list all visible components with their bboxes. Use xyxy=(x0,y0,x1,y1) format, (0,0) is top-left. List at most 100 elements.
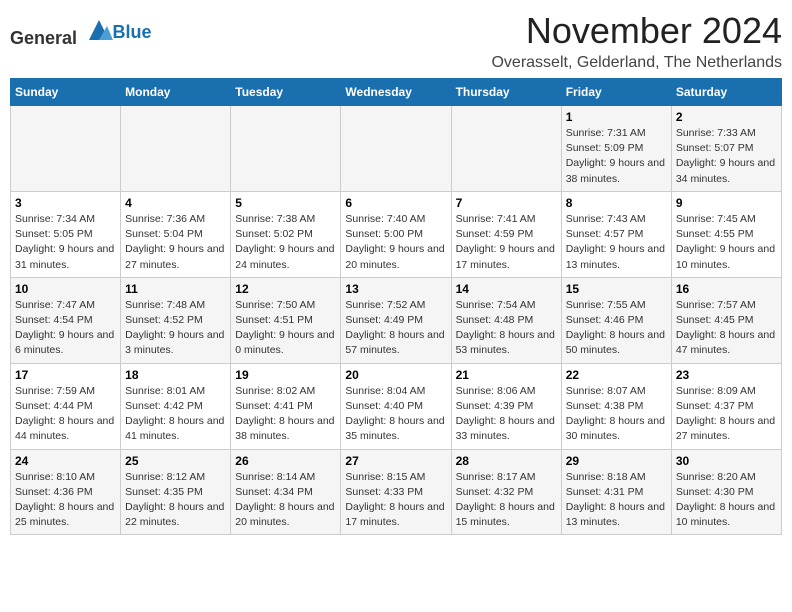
calendar-cell: 1Sunrise: 7:31 AM Sunset: 5:09 PM Daylig… xyxy=(561,106,671,192)
day-info: Sunrise: 8:18 AM Sunset: 4:31 PM Dayligh… xyxy=(566,470,667,531)
day-info: Sunrise: 8:14 AM Sunset: 4:34 PM Dayligh… xyxy=(235,470,336,531)
day-number: 6 xyxy=(345,196,446,210)
calendar-cell: 15 Sunrise: 7:55 AM Sunset: 4:46 PM Dayli… xyxy=(561,277,671,363)
calendar-cell: 3Sunrise: 7:34 AM Sunset: 5:05 PM Daylig… xyxy=(11,191,121,277)
day-number: 24 xyxy=(15,454,116,468)
calendar-cell: 11Sunrise: 7:48 AM Sunset: 4:52 PM Dayli… xyxy=(121,277,231,363)
weekday-header-tuesday: Tuesday xyxy=(231,79,341,106)
calendar-cell: 9 Sunrise: 7:45 AM Sunset: 4:55 PM Daylig… xyxy=(671,191,781,277)
calendar-cell: 24 Sunrise: 8:10 AM Sunset: 4:36 PM Dayli… xyxy=(11,449,121,535)
calendar-cell: 17Sunrise: 7:59 AM Sunset: 4:44 PM Dayli… xyxy=(11,363,121,449)
day-info: Sunrise: 7:55 AM Sunset: 4:46 PM Dayligh… xyxy=(566,298,667,359)
location-title: Overasselt, Gelderland, The Netherlands xyxy=(491,54,782,72)
calendar-cell: 12 Sunrise: 7:50 AM Sunset: 4:51 PM Dayli… xyxy=(231,277,341,363)
calendar-cell: 29 Sunrise: 8:18 AM Sunset: 4:31 PM Dayli… xyxy=(561,449,671,535)
day-number: 15 xyxy=(566,282,667,296)
calendar-cell: 2 Sunrise: 7:33 AM Sunset: 5:07 PM Daylig… xyxy=(671,106,781,192)
calendar-cell: 6 Sunrise: 7:40 AM Sunset: 5:00 PM Daylig… xyxy=(341,191,451,277)
day-number: 13 xyxy=(345,282,446,296)
calendar-header-row: SundayMondayTuesdayWednesdayThursdayFrid… xyxy=(11,79,782,106)
calendar-cell: 27 Sunrise: 8:15 AM Sunset: 4:33 PM Dayli… xyxy=(341,449,451,535)
calendar-cell: 5Sunrise: 7:38 AM Sunset: 5:02 PM Daylig… xyxy=(231,191,341,277)
day-number: 28 xyxy=(456,454,557,468)
day-number: 18 xyxy=(125,368,226,382)
day-number: 2 xyxy=(676,110,777,124)
day-info: Sunrise: 8:06 AM Sunset: 4:39 PM Dayligh… xyxy=(456,384,557,445)
day-info: Sunrise: 7:36 AM Sunset: 5:04 PM Dayligh… xyxy=(125,212,226,273)
calendar-cell: 8Sunrise: 7:43 AM Sunset: 4:57 PM Daylig… xyxy=(561,191,671,277)
day-info: Sunrise: 8:09 AM Sunset: 4:37 PM Dayligh… xyxy=(676,384,777,445)
month-title: November 2024 xyxy=(491,10,782,52)
weekday-header-thursday: Thursday xyxy=(451,79,561,106)
day-info: Sunrise: 7:33 AM Sunset: 5:07 PM Dayligh… xyxy=(676,126,777,187)
day-number: 4 xyxy=(125,196,226,210)
day-number: 20 xyxy=(345,368,446,382)
day-info: Sunrise: 7:40 AM Sunset: 5:00 PM Dayligh… xyxy=(345,212,446,273)
day-number: 25 xyxy=(125,454,226,468)
day-number: 29 xyxy=(566,454,667,468)
weekday-header-sunday: Sunday xyxy=(11,79,121,106)
day-number: 10 xyxy=(15,282,116,296)
day-info: Sunrise: 8:07 AM Sunset: 4:38 PM Dayligh… xyxy=(566,384,667,445)
weekday-header-monday: Monday xyxy=(121,79,231,106)
calendar-week-row: 3Sunrise: 7:34 AM Sunset: 5:05 PM Daylig… xyxy=(11,191,782,277)
day-info: Sunrise: 8:20 AM Sunset: 4:30 PM Dayligh… xyxy=(676,470,777,531)
calendar-cell: 19 Sunrise: 8:02 AM Sunset: 4:41 PM Dayli… xyxy=(231,363,341,449)
calendar-table: SundayMondayTuesdayWednesdayThursdayFrid… xyxy=(10,78,782,535)
day-number: 27 xyxy=(345,454,446,468)
calendar-cell: 13 Sunrise: 7:52 AM Sunset: 4:49 PM Dayli… xyxy=(341,277,451,363)
day-info: Sunrise: 8:01 AM Sunset: 4:42 PM Dayligh… xyxy=(125,384,226,445)
calendar-cell xyxy=(11,106,121,192)
day-info: Sunrise: 8:12 AM Sunset: 4:35 PM Dayligh… xyxy=(125,470,226,531)
calendar-cell: 18 Sunrise: 8:01 AM Sunset: 4:42 PM Dayli… xyxy=(121,363,231,449)
day-info: Sunrise: 7:52 AM Sunset: 4:49 PM Dayligh… xyxy=(345,298,446,359)
weekday-header-saturday: Saturday xyxy=(671,79,781,106)
calendar-cell: 14 Sunrise: 7:54 AM Sunset: 4:48 PM Dayli… xyxy=(451,277,561,363)
calendar-cell: 25 Sunrise: 8:12 AM Sunset: 4:35 PM Dayli… xyxy=(121,449,231,535)
day-info: Sunrise: 8:02 AM Sunset: 4:41 PM Dayligh… xyxy=(235,384,336,445)
day-number: 7 xyxy=(456,196,557,210)
calendar-cell: 7 Sunrise: 7:41 AM Sunset: 4:59 PM Daylig… xyxy=(451,191,561,277)
weekday-header-friday: Friday xyxy=(561,79,671,106)
day-info: Sunrise: 7:54 AM Sunset: 4:48 PM Dayligh… xyxy=(456,298,557,359)
day-info: Sunrise: 8:10 AM Sunset: 4:36 PM Dayligh… xyxy=(15,470,116,531)
day-number: 30 xyxy=(676,454,777,468)
day-number: 11 xyxy=(125,282,226,296)
day-info: Sunrise: 8:15 AM Sunset: 4:33 PM Dayligh… xyxy=(345,470,446,531)
calendar-cell: 16Sunrise: 7:57 AM Sunset: 4:45 PM Dayli… xyxy=(671,277,781,363)
calendar-week-row: 17Sunrise: 7:59 AM Sunset: 4:44 PM Dayli… xyxy=(11,363,782,449)
day-info: Sunrise: 8:04 AM Sunset: 4:40 PM Dayligh… xyxy=(345,384,446,445)
day-number: 9 xyxy=(676,196,777,210)
calendar-week-row: 10Sunrise: 7:47 AM Sunset: 4:54 PM Dayli… xyxy=(11,277,782,363)
logo: General Blue xyxy=(10,16,152,49)
day-info: Sunrise: 7:31 AM Sunset: 5:09 PM Dayligh… xyxy=(566,126,667,187)
calendar-cell xyxy=(231,106,341,192)
logo-text-general: General xyxy=(10,28,77,48)
calendar-cell: 23Sunrise: 8:09 AM Sunset: 4:37 PM Dayli… xyxy=(671,363,781,449)
calendar-cell: 21Sunrise: 8:06 AM Sunset: 4:39 PM Dayli… xyxy=(451,363,561,449)
day-info: Sunrise: 7:45 AM Sunset: 4:55 PM Dayligh… xyxy=(676,212,777,273)
day-number: 26 xyxy=(235,454,336,468)
day-info: Sunrise: 8:17 AM Sunset: 4:32 PM Dayligh… xyxy=(456,470,557,531)
day-info: Sunrise: 7:59 AM Sunset: 4:44 PM Dayligh… xyxy=(15,384,116,445)
calendar-cell xyxy=(121,106,231,192)
day-info: Sunrise: 7:34 AM Sunset: 5:05 PM Dayligh… xyxy=(15,212,116,273)
day-number: 22 xyxy=(566,368,667,382)
title-area: November 2024 Overasselt, Gelderland, Th… xyxy=(491,10,782,72)
calendar-cell: 28 Sunrise: 8:17 AM Sunset: 4:32 PM Dayli… xyxy=(451,449,561,535)
day-info: Sunrise: 7:38 AM Sunset: 5:02 PM Dayligh… xyxy=(235,212,336,273)
calendar-cell: 4 Sunrise: 7:36 AM Sunset: 5:04 PM Daylig… xyxy=(121,191,231,277)
calendar-cell: 22 Sunrise: 8:07 AM Sunset: 4:38 PM Dayli… xyxy=(561,363,671,449)
day-number: 8 xyxy=(566,196,667,210)
calendar-week-row: 24 Sunrise: 8:10 AM Sunset: 4:36 PM Dayli… xyxy=(11,449,782,535)
logo-text-blue: Blue xyxy=(113,22,152,42)
day-number: 19 xyxy=(235,368,336,382)
calendar-cell: 20 Sunrise: 8:04 AM Sunset: 4:40 PM Dayli… xyxy=(341,363,451,449)
day-number: 12 xyxy=(235,282,336,296)
logo-icon xyxy=(85,16,113,44)
calendar-cell: 30 Sunrise: 8:20 AM Sunset: 4:30 PM Dayli… xyxy=(671,449,781,535)
day-number: 16 xyxy=(676,282,777,296)
day-number: 14 xyxy=(456,282,557,296)
day-info: Sunrise: 7:50 AM Sunset: 4:51 PM Dayligh… xyxy=(235,298,336,359)
day-info: Sunrise: 7:41 AM Sunset: 4:59 PM Dayligh… xyxy=(456,212,557,273)
